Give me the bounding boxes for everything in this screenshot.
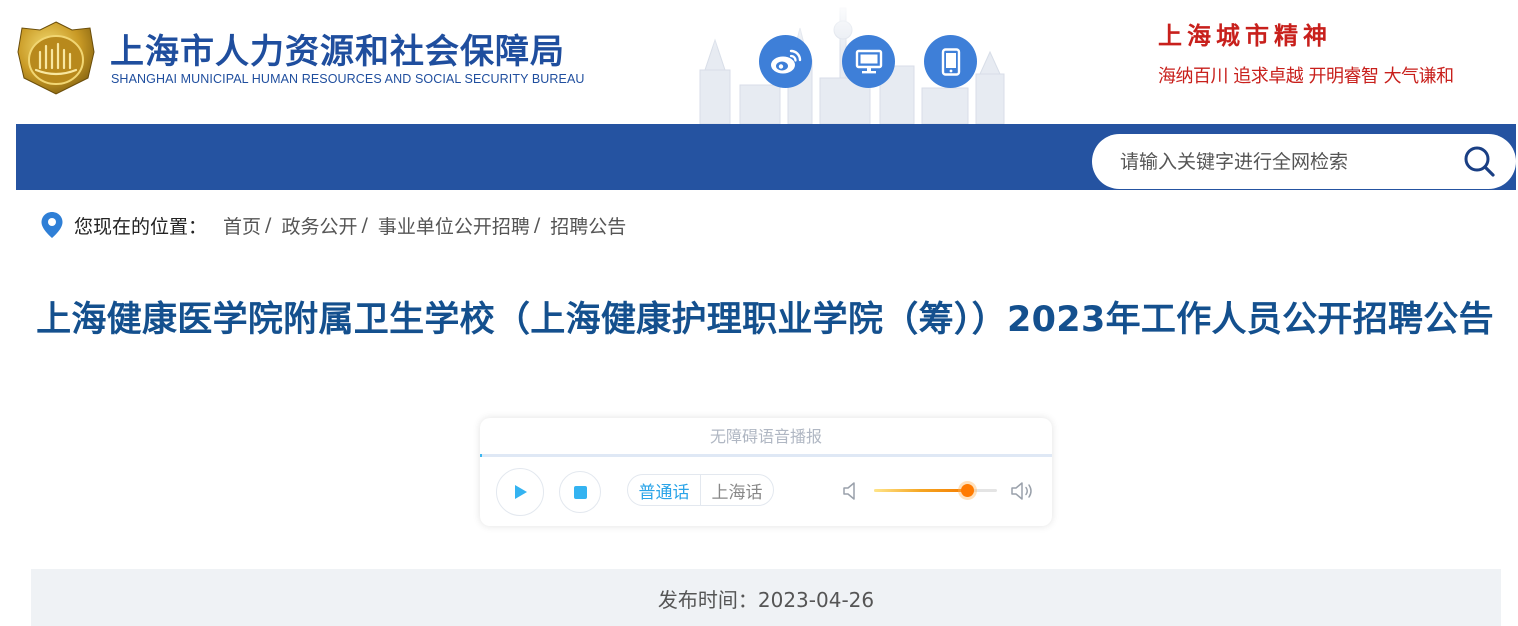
weibo-icon	[770, 49, 801, 73]
breadcrumb-item-public-recruitment[interactable]: 事业单位公开招聘	[378, 212, 530, 239]
breadcrumb-item-recruitment-notices[interactable]: 招聘公告	[550, 212, 626, 239]
breadcrumb-separator: /	[533, 214, 541, 236]
weibo-button[interactable]	[759, 35, 812, 88]
desktop-icon	[855, 49, 882, 73]
breadcrumb-separator: /	[361, 214, 368, 236]
mobile-icon	[941, 47, 960, 76]
site-title-cn[interactable]: 上海市人力资源和社会保障局	[110, 24, 565, 73]
player-title: 无障碍语音播报	[709, 427, 822, 446]
language-option-mandarin[interactable]: 普通话	[628, 475, 701, 505]
breadcrumb-item-home[interactable]: 首页	[223, 212, 261, 239]
play-button[interactable]	[496, 468, 544, 516]
stop-icon	[573, 485, 587, 499]
site-title-en: SHANGHAI MUNICIPAL HUMAN RESOURCES AND S…	[111, 72, 585, 86]
breadcrumb: 您现在的位置： 首页 / 政务公开 / 事业单位公开招聘 / 招聘公告	[40, 210, 626, 240]
bureau-emblem-logo	[17, 21, 95, 95]
language-toggle: 普通话 上海话	[627, 474, 774, 506]
search-input[interactable]	[1120, 134, 1450, 189]
mobile-site-button[interactable]	[924, 35, 977, 88]
publish-info-bar: 发布时间：2023-04-26	[31, 569, 1501, 626]
volume-high-icon	[1011, 482, 1032, 500]
stop-button[interactable]	[559, 471, 601, 513]
breadcrumb-separator: /	[265, 214, 272, 236]
breadcrumb-item-government-affairs[interactable]: 政务公开	[281, 212, 357, 239]
site-header: 上海市人力资源和社会保障局 SHANGHAI MUNICIPAL HUMAN R…	[0, 0, 1518, 124]
breadcrumb-label: 您现在的位置：	[74, 215, 208, 238]
accessibility-audio-player: 无障碍语音播报 普通话 上海话	[480, 418, 1052, 526]
city-spirit-slogan: 海纳百川 追求卓越 开明睿智 大气谦和	[1158, 66, 1454, 87]
play-icon	[515, 485, 527, 499]
location-pin-icon	[41, 212, 63, 238]
language-option-shanghainese[interactable]: 上海话	[701, 475, 773, 505]
volume-slider-fill	[874, 489, 968, 492]
search-icon[interactable]	[1462, 144, 1498, 180]
player-progress-fill	[480, 454, 482, 457]
volume-slider[interactable]	[874, 484, 997, 497]
volume-slider-handle[interactable]	[961, 484, 975, 497]
city-spirit-title: 上海城市精神	[1158, 21, 1332, 50]
search-box	[1092, 134, 1516, 189]
article-title: 上海健康医学院附属卫生学校（上海健康护理职业学院（筹））2023年工作人员公开招…	[36, 300, 1494, 340]
volume-low-icon	[843, 482, 855, 500]
player-progress-bar[interactable]	[480, 454, 1052, 457]
publish-time: 发布时间：2023-04-26	[657, 588, 875, 612]
main-nav-bar	[16, 124, 1516, 190]
desktop-site-button[interactable]	[842, 35, 895, 88]
